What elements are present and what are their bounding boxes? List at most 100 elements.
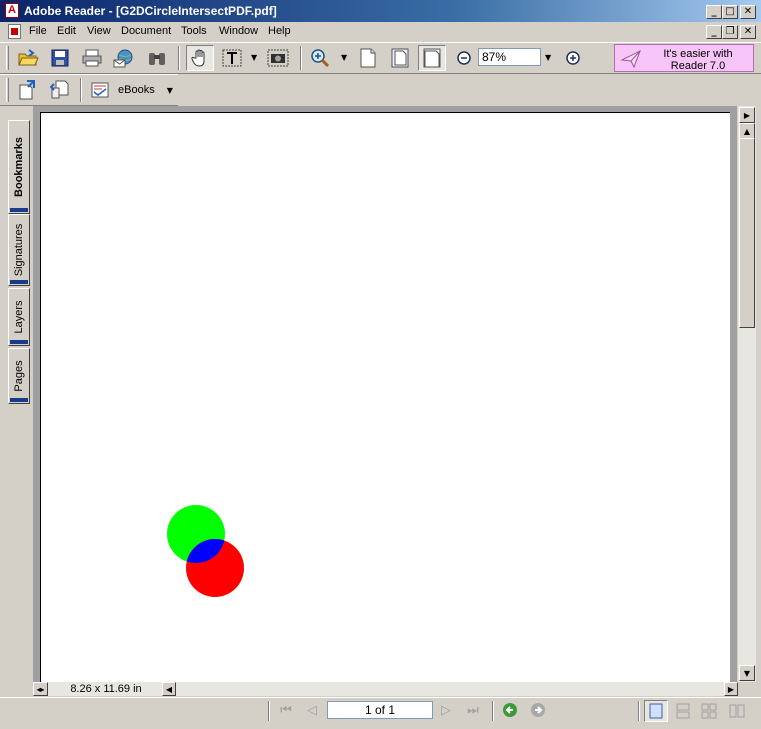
search-button[interactable] <box>145 46 169 70</box>
paper-plane-icon <box>620 49 641 68</box>
vertical-scroll-thumb[interactable] <box>739 138 755 328</box>
menu-document[interactable]: Document <box>121 25 171 37</box>
toolbar-separator <box>178 46 180 70</box>
print-button[interactable] <box>80 46 104 70</box>
page-canvas <box>167 505 244 597</box>
save-button[interactable] <box>48 46 72 70</box>
tab-layers-label: Layers <box>13 300 25 334</box>
printer-icon <box>82 49 102 67</box>
window-title: Adobe Reader - [G2DCircleIntersectPDF.pd… <box>24 4 277 18</box>
text-select-icon <box>222 49 242 67</box>
zoom-input[interactable] <box>478 48 541 66</box>
plus-circle-icon <box>566 51 580 65</box>
menu-bar: File Edit View Document Tools Window Hel… <box>0 22 761 42</box>
close-button[interactable]: ✕ <box>740 5 756 19</box>
scroll-right-button[interactable]: ▶ <box>724 682 738 696</box>
zoom-out-button[interactable] <box>454 46 474 70</box>
email-button[interactable] <box>112 46 136 70</box>
facing-layout-button[interactable] <box>726 700 748 722</box>
magnifier-zoom-icon <box>311 49 330 68</box>
toolbar-grip[interactable] <box>6 78 9 102</box>
navigation-panel: Bookmarks Signatures Layers Pages <box>5 106 32 696</box>
tab-bookmarks-label: Bookmarks <box>13 137 25 197</box>
promo-text: It's easier with Reader 7.0 <box>645 48 751 72</box>
hand-tool-button[interactable] <box>186 45 214 71</box>
continuous-facing-layout-button[interactable] <box>698 700 720 722</box>
ebooks-button[interactable]: eBooks ▼ <box>90 78 176 102</box>
zoom-dropdown-icon[interactable]: ▼ <box>545 53 551 62</box>
minimize-button[interactable]: _ <box>706 5 722 19</box>
adobe-reader-icon: A <box>5 3 19 18</box>
title-bar[interactable]: A Adobe Reader - [G2DCircleIntersectPDF.… <box>0 0 761 22</box>
actual-size-page-icon <box>360 48 376 68</box>
menu-window[interactable]: Window <box>219 25 258 37</box>
status-separator <box>492 701 494 721</box>
toolbar-separator <box>80 78 82 102</box>
continuous-layout-button[interactable] <box>672 700 694 722</box>
split-handle-icon[interactable]: ◂▸ <box>33 682 48 696</box>
menu-edit[interactable]: Edit <box>57 25 76 37</box>
doc-close-button[interactable]: ✕ <box>740 25 756 39</box>
doc-minimize-button[interactable]: _ <box>706 25 722 39</box>
select-tool-dropdown-icon[interactable]: ▼ <box>251 53 257 62</box>
export-pages-button[interactable] <box>48 78 72 102</box>
menu-tools[interactable]: Tools <box>181 25 207 37</box>
fit-page-button[interactable] <box>388 46 412 70</box>
save-disk-icon <box>51 49 69 67</box>
previous-view-button[interactable] <box>501 701 519 719</box>
actual-size-button[interactable] <box>356 46 380 70</box>
next-page-button[interactable]: ▷ <box>437 701 455 719</box>
promo-line-2: Reader 7.0 <box>670 60 726 72</box>
fit-width-button[interactable] <box>418 45 446 71</box>
select-text-button[interactable] <box>220 46 244 70</box>
continuous-facing-icon <box>701 703 717 719</box>
continuous-icon <box>676 703 690 719</box>
tab-signatures[interactable]: Signatures <box>8 214 30 286</box>
email-globe-icon <box>113 49 133 68</box>
scroll-left-button[interactable]: ◀ <box>162 682 176 696</box>
tab-layers[interactable]: Layers <box>8 288 30 346</box>
zoom-in-tool-button[interactable] <box>308 46 332 70</box>
tab-pages[interactable]: Pages <box>8 348 30 404</box>
zoom-tool-dropdown-icon[interactable]: ▼ <box>341 53 347 62</box>
doc-restore-button[interactable]: ❐ <box>722 25 738 39</box>
previous-page-button[interactable]: ◁ <box>303 701 321 719</box>
snapshot-button[interactable] <box>266 46 290 70</box>
first-page-button[interactable]: ⏮ <box>277 701 295 719</box>
tab-pages-label: Pages <box>13 360 25 392</box>
menu-help[interactable]: Help <box>268 25 291 37</box>
page-import-icon <box>19 80 35 100</box>
scroll-down-button[interactable]: ▼ <box>739 665 755 681</box>
minus-circle-icon <box>457 51 471 65</box>
page-size-label: 8.26 x 11.69 in <box>70 683 142 695</box>
single-page-layout-button[interactable] <box>644 700 668 722</box>
facing-icon <box>729 704 745 718</box>
ebooks-label: eBooks <box>118 84 155 96</box>
document-icon[interactable] <box>8 24 21 39</box>
single-page-icon <box>649 703 663 719</box>
toolbar-grip[interactable] <box>6 46 9 70</box>
tab-indicator <box>10 340 28 344</box>
status-separator <box>268 701 270 721</box>
import-pages-button[interactable] <box>16 78 40 102</box>
tab-bookmarks[interactable]: Bookmarks <box>8 120 30 214</box>
pdf-page[interactable] <box>40 112 730 682</box>
fit-width-icon <box>423 48 441 68</box>
camera-icon <box>267 49 289 67</box>
open-button[interactable] <box>16 46 40 70</box>
next-view-button[interactable] <box>529 701 547 719</box>
status-separator <box>638 701 640 721</box>
hand-icon <box>191 49 205 67</box>
tab-indicator <box>10 280 28 284</box>
menu-file[interactable]: File <box>29 25 47 37</box>
zoom-in-button[interactable] <box>563 46 583 70</box>
back-arrow-icon <box>503 703 517 717</box>
scroll-up-button[interactable]: ▲ <box>739 123 755 139</box>
page-number-field[interactable]: 1 of 1 <box>327 701 433 719</box>
upgrade-promo-button[interactable]: It's easier with Reader 7.0 <box>614 44 754 72</box>
fit-page-icon <box>391 48 409 68</box>
menu-view[interactable]: View <box>87 25 111 37</box>
panel-toggle-button[interactable]: ▶ <box>739 107 755 123</box>
maximize-button[interactable]: □ <box>722 5 738 19</box>
last-page-button[interactable]: ⏭ <box>464 701 482 719</box>
